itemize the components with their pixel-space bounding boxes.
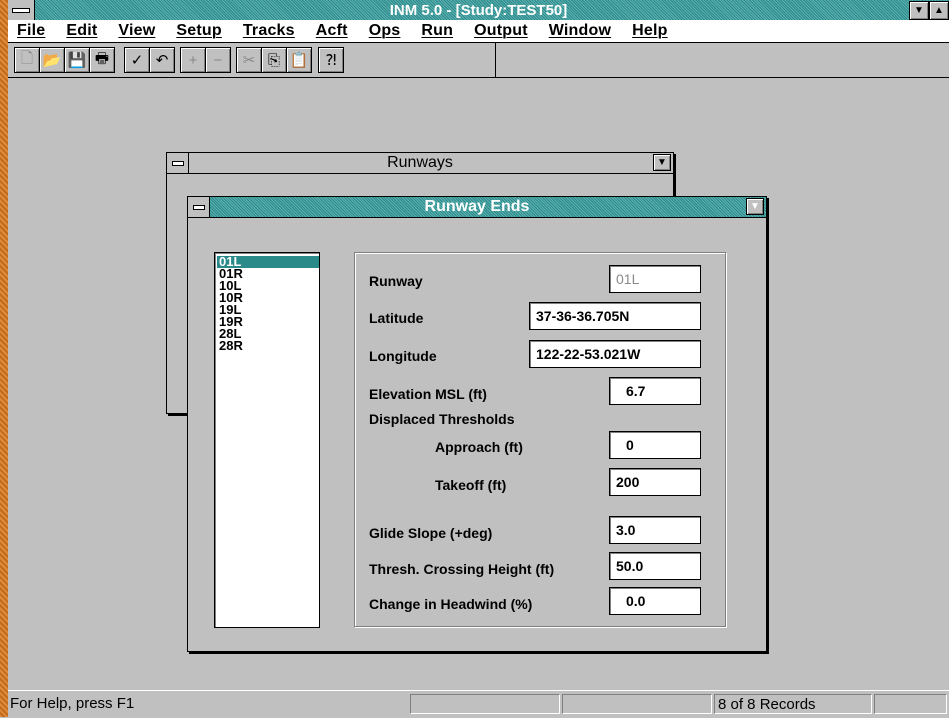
status-help-text: For Help, press F1 xyxy=(10,695,135,712)
menu-setup[interactable]: Setup xyxy=(176,22,221,40)
runways-title: Runways xyxy=(387,154,453,171)
longitude-field[interactable]: 122-22-53.021W xyxy=(529,340,701,368)
status-pane-1 xyxy=(410,694,560,714)
menu-run[interactable]: Run xyxy=(421,22,453,40)
mdi-client: Runways ▼ Runway Ends ▼ 01L 01R 10L 10R … xyxy=(8,78,949,690)
paste-icon[interactable]: 📋 xyxy=(286,47,312,73)
menu-tracks[interactable]: Tracks xyxy=(243,22,295,40)
elevation-field[interactable]: 6.7 xyxy=(609,377,701,405)
runways-titlebar[interactable]: Runways ▼ xyxy=(167,153,673,174)
status-pane-4 xyxy=(874,694,947,714)
menu-acft[interactable]: Acft xyxy=(316,22,348,40)
runway-field: 01L xyxy=(609,265,701,293)
longitude-label: Longitude xyxy=(369,348,437,364)
glide-slope-label: Glide Slope (+deg) xyxy=(369,525,493,541)
context-help-icon[interactable]: ⁈ xyxy=(318,47,344,73)
takeoff-label: Takeoff (ft) xyxy=(435,477,507,493)
headwind-label: Change in Headwind (%) xyxy=(369,596,533,612)
new-file-icon[interactable]: 🗋 xyxy=(14,47,40,73)
runway-ends-minimize-icon[interactable]: ▼ xyxy=(746,198,764,215)
takeoff-field[interactable]: 200 xyxy=(609,468,701,496)
window-border xyxy=(0,0,8,717)
status-bar: For Help, press F1 8 of 8 Records xyxy=(8,690,949,718)
latitude-label: Latitude xyxy=(369,310,424,326)
menu-ops[interactable]: Ops xyxy=(369,22,401,40)
displaced-thresholds-heading: Displaced Thresholds xyxy=(369,411,515,427)
save-icon[interactable]: 💾 xyxy=(64,47,90,73)
cut-icon[interactable]: ✂ xyxy=(236,47,262,73)
approach-field[interactable]: 0 xyxy=(609,431,701,459)
system-menu-icon[interactable] xyxy=(8,0,35,20)
approach-label: Approach (ft) xyxy=(435,439,523,455)
runway-ends-window[interactable]: Runway Ends ▼ 01L 01R 10L 10R 19L 19R 28… xyxy=(187,196,767,652)
runways-minimize-icon[interactable]: ▼ xyxy=(653,154,671,171)
list-item[interactable]: 28R xyxy=(217,339,319,352)
runway-end-list[interactable]: 01L 01R 10L 10R 19L 19R 28L 28R xyxy=(214,252,320,628)
toolbar-divider xyxy=(495,43,496,77)
elevation-label: Elevation MSL (ft) xyxy=(369,386,487,402)
menu-help[interactable]: Help xyxy=(632,22,667,40)
print-icon[interactable]: 🖶 xyxy=(89,47,115,73)
menu-view[interactable]: View xyxy=(118,22,155,40)
runway-end-details: Runway 01L Latitude 37-36-36.705N Longit… xyxy=(354,252,726,627)
runways-system-menu-icon[interactable] xyxy=(167,153,189,173)
copy-icon[interactable]: ⎘ xyxy=(261,47,287,73)
tch-field[interactable]: 50.0 xyxy=(609,552,701,580)
toolbar: 🗋 📂 💾 🖶 ✓ ↶ + − ✂ ⎘ 📋 ⁈ xyxy=(8,43,949,78)
status-pane-2 xyxy=(562,694,712,714)
menu-bar: File Edit View Setup Tracks Acft Ops Run… xyxy=(8,20,949,43)
headwind-field[interactable]: 0.0 xyxy=(609,587,701,615)
menu-output[interactable]: Output xyxy=(474,22,528,40)
maximize-icon[interactable]: ▲ xyxy=(929,1,949,20)
open-folder-icon[interactable]: 📂 xyxy=(39,47,65,73)
glide-slope-field[interactable]: 3.0 xyxy=(609,516,701,544)
remove-icon[interactable]: − xyxy=(205,47,231,73)
menu-file[interactable]: File xyxy=(17,22,45,40)
menu-window[interactable]: Window xyxy=(549,22,611,40)
app-title: INM 5.0 - [Study:TEST50] xyxy=(389,1,568,19)
records-count: 8 of 8 Records xyxy=(714,694,872,714)
undo-icon[interactable]: ↶ xyxy=(149,47,175,73)
app-titlebar: INM 5.0 - [Study:TEST50] ▼ ▲ xyxy=(8,0,949,21)
runway-label: Runway xyxy=(369,273,423,289)
check-icon[interactable]: ✓ xyxy=(124,47,150,73)
tch-label: Thresh. Crossing Height (ft) xyxy=(369,561,555,577)
runway-ends-system-menu-icon[interactable] xyxy=(188,197,210,217)
runway-ends-title: Runway Ends xyxy=(424,198,530,215)
latitude-field[interactable]: 37-36-36.705N xyxy=(529,302,701,330)
runway-ends-titlebar[interactable]: Runway Ends ▼ xyxy=(188,197,766,218)
add-icon[interactable]: + xyxy=(180,47,206,73)
minimize-icon[interactable]: ▼ xyxy=(909,1,929,20)
menu-edit[interactable]: Edit xyxy=(66,22,97,40)
